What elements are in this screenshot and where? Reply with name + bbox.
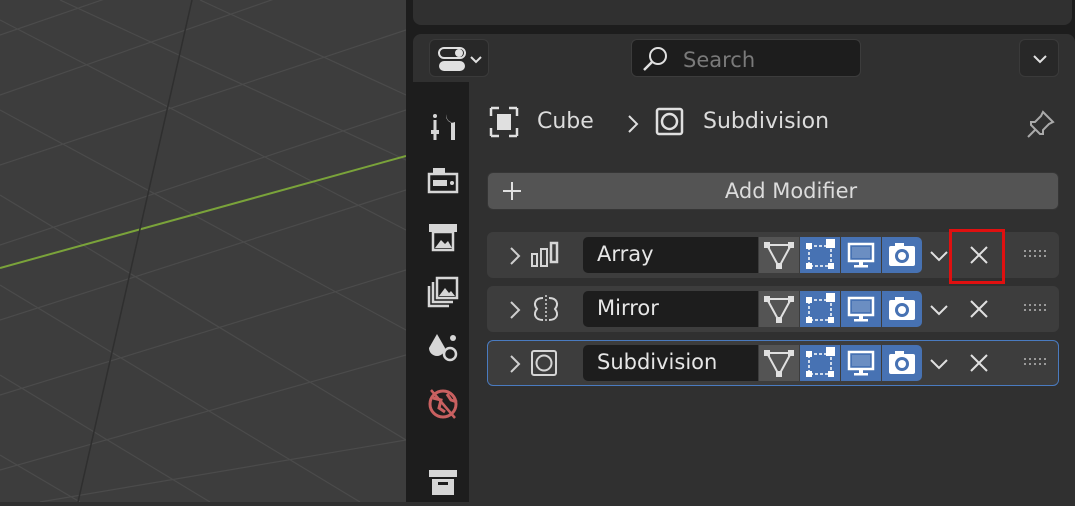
modifier-name-field[interactable]: Mirror — [583, 291, 758, 327]
edit-mode-toggle[interactable] — [759, 237, 799, 273]
expand-chevron-icon[interactable] — [507, 245, 523, 267]
modifier-extras-dropdown[interactable] — [923, 291, 955, 327]
properties-tabs — [413, 82, 469, 502]
chevron-down-icon — [930, 305, 948, 316]
drag-handle-icon[interactable] — [1023, 355, 1047, 371]
monitor-icon — [847, 242, 875, 268]
highlight-box — [949, 229, 1005, 284]
viewport-toggle[interactable] — [841, 237, 881, 273]
chevron-down-icon — [930, 359, 948, 370]
tab-world[interactable] — [423, 384, 463, 424]
edit-mode-toggle[interactable] — [759, 345, 799, 381]
render-icon — [427, 168, 459, 194]
add-modifier-label: Add Modifier — [724, 179, 858, 203]
on-cage-icon — [806, 239, 835, 269]
tab-collection[interactable] — [423, 462, 463, 502]
subdivision-modifier-icon — [655, 107, 684, 136]
mirror-modifier-icon — [534, 295, 558, 323]
pin-icon — [1027, 110, 1055, 138]
render-toggle[interactable] — [882, 345, 922, 381]
render-toggle[interactable] — [882, 291, 922, 327]
search-icon — [643, 47, 667, 71]
breadcrumb-modifier: Subdivision — [703, 109, 830, 134]
camera-icon — [889, 351, 915, 374]
viewport-toggle[interactable] — [841, 345, 881, 381]
modifier-name: Array — [597, 242, 654, 266]
pin-button[interactable] — [1025, 108, 1057, 144]
modifier-extras-dropdown[interactable] — [923, 345, 955, 381]
scene-icon — [429, 334, 458, 362]
drag-handle-icon[interactable] — [1023, 301, 1047, 317]
viewport-toggle[interactable] — [841, 291, 881, 327]
render-toggle[interactable] — [882, 237, 922, 273]
tab-tool[interactable] — [423, 106, 463, 146]
drag-handle-icon[interactable] — [1023, 247, 1047, 263]
array-modifier-icon — [531, 241, 559, 267]
view-layer-icon — [427, 276, 459, 308]
chevron-right-icon — [628, 115, 639, 133]
editor-type-button[interactable] — [429, 39, 489, 77]
edit-mode-toggle[interactable] — [759, 291, 799, 327]
close-icon — [970, 354, 988, 372]
options-dropdown[interactable] — [1019, 39, 1059, 77]
tab-render[interactable] — [423, 160, 463, 200]
tab-view-layer[interactable] — [423, 272, 463, 312]
modifier-name: Mirror — [597, 296, 659, 320]
collection-icon — [429, 470, 457, 495]
on-cage-toggle[interactable] — [800, 237, 840, 273]
object-icon — [489, 106, 519, 138]
search-input[interactable]: Search — [631, 39, 861, 77]
remove-modifier-button[interactable] — [961, 345, 997, 381]
edit-mode-icon — [764, 350, 794, 378]
modifier-name-field[interactable]: Subdivision — [583, 345, 758, 381]
on-cage-toggle[interactable] — [800, 291, 840, 327]
breadcrumb-object: Cube — [537, 109, 594, 134]
expand-chevron-icon[interactable] — [507, 299, 523, 321]
add-modifier-button[interactable]: Add Modifier — [487, 172, 1059, 210]
chevron-down-icon — [1033, 55, 1047, 64]
tab-scene[interactable] — [423, 328, 463, 368]
on-cage-icon — [806, 293, 835, 323]
modifier-panel-subdivision[interactable]: Subdivision — [487, 340, 1059, 386]
properties-header: Search — [413, 34, 1075, 86]
search-placeholder: Search — [683, 48, 756, 72]
on-cage-icon — [806, 347, 835, 377]
tool-icon — [431, 114, 455, 140]
3d-viewport[interactable] — [0, 0, 406, 502]
modifier-name-field[interactable]: Array — [583, 237, 758, 273]
outliner-panel — [413, 0, 1072, 25]
camera-icon — [889, 243, 915, 266]
modifier-name: Subdivision — [597, 350, 718, 374]
world-icon — [428, 389, 458, 419]
modifier-panel-mirror[interactable]: Mirror — [487, 286, 1059, 332]
expand-chevron-icon[interactable] — [507, 353, 523, 375]
tab-output[interactable] — [423, 216, 463, 256]
edit-mode-icon — [764, 242, 794, 270]
on-cage-toggle[interactable] — [800, 345, 840, 381]
monitor-icon — [847, 296, 875, 322]
toggle-icon — [438, 47, 482, 71]
camera-icon — [889, 297, 915, 320]
edit-mode-icon — [764, 296, 794, 324]
subdivision-modifier-icon — [531, 350, 557, 376]
remove-modifier-button[interactable] — [961, 291, 997, 327]
viewport-grid — [0, 0, 406, 502]
close-icon — [970, 300, 988, 318]
monitor-icon — [847, 350, 875, 376]
output-icon — [429, 224, 457, 252]
